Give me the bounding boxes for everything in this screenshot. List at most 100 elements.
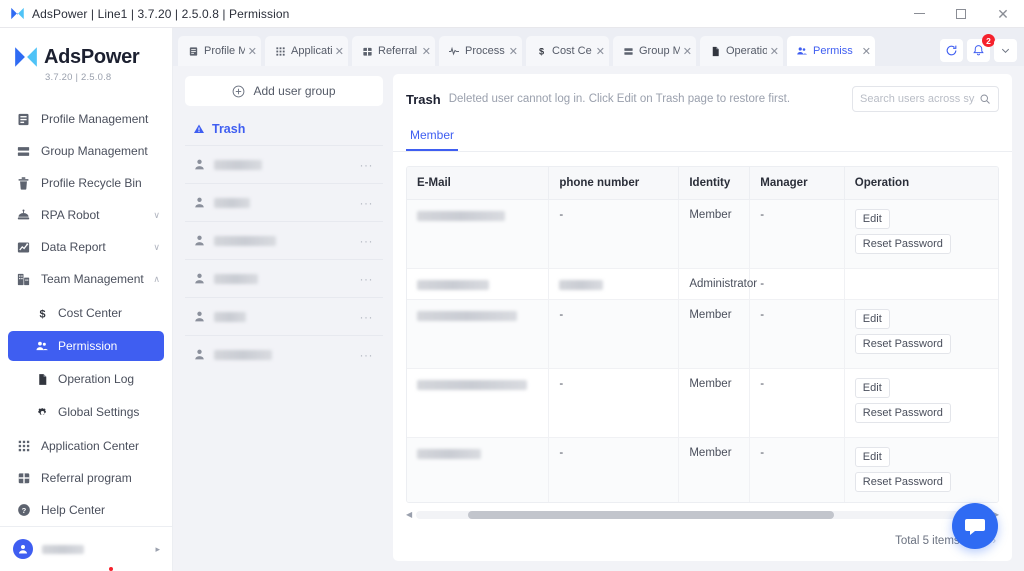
refresh-button[interactable] [940, 39, 963, 62]
list-item[interactable]: ··· [185, 221, 383, 259]
list-item[interactable]: ··· [185, 145, 383, 183]
sidebar-item-team-management[interactable]: Team Management ∧ [0, 263, 172, 295]
list-item[interactable]: ··· [185, 259, 383, 297]
tab-close-icon[interactable]: ✕ [335, 45, 344, 58]
tab-close-icon[interactable]: ✕ [862, 45, 871, 58]
sidebar-item-data-report[interactable]: Data Report ∨ [0, 231, 172, 263]
group-more-icon[interactable]: ··· [360, 159, 374, 171]
maximize-button[interactable] [940, 0, 982, 28]
reset-password-button[interactable]: Reset Password [854, 234, 951, 254]
tab-close-icon[interactable]: ✕ [683, 45, 692, 58]
group-trash-item[interactable]: Trash [185, 106, 383, 145]
tab-close-icon[interactable]: ✕ [422, 45, 431, 58]
close-button[interactable]: ✕ [982, 0, 1024, 28]
scrollbar-thumb[interactable] [467, 511, 835, 519]
sidebar-item-label: Cost Center [58, 306, 123, 320]
edit-button[interactable]: Edit [854, 447, 890, 467]
sidebar-item-permission[interactable]: Permission [8, 331, 164, 361]
edit-button[interactable]: Edit [854, 209, 890, 229]
adspower-logo-icon [11, 7, 24, 20]
sidebar-item-global-settings[interactable]: Global Settings [8, 397, 164, 427]
horizontal-scrollbar[interactable]: ◀ ▶ [406, 507, 999, 519]
notifications-button[interactable]: 2 [967, 34, 995, 62]
robot-icon [15, 207, 32, 223]
cell-phone: - [548, 199, 680, 269]
sidebar-tool-icons: EN [0, 565, 172, 571]
sidebar-item-label: Profile Management [41, 112, 149, 126]
column-header-operation: Operation [844, 167, 998, 200]
tab-permission[interactable]: Permiss ✕ [787, 36, 875, 66]
group-name-redacted [214, 235, 276, 246]
more-tabs-button[interactable] [994, 39, 1017, 62]
cell-identity: Member [678, 437, 751, 502]
reset-password-button[interactable]: Reset Password [854, 403, 951, 423]
sidebar-item-profile-recycle-bin[interactable]: Profile Recycle Bin [0, 167, 172, 199]
sidebar-item-operation-log[interactable]: Operation Log [8, 364, 164, 394]
tab-close-icon[interactable]: ✕ [596, 45, 605, 58]
sidebar-item-referral-program[interactable]: Referral program [0, 462, 172, 494]
list-item[interactable]: ··· [185, 335, 383, 373]
cell-email [407, 268, 550, 300]
page-title: Trash [406, 91, 441, 107]
sidebar-item-label: Application Center [41, 439, 140, 453]
scroll-left-icon[interactable]: ◀ [406, 511, 412, 519]
trash-icon [15, 175, 32, 191]
tab-cost-center[interactable]: $ Cost Ce ✕ [526, 36, 609, 66]
user-icon [195, 159, 204, 170]
table-header-row: E-Mail phone number Identity Manager Ope… [407, 167, 998, 200]
search-box[interactable] [852, 86, 999, 112]
scrollbar-track[interactable] [416, 511, 989, 519]
sidebar-item-rpa-robot[interactable]: RPA Robot ∨ [0, 199, 172, 231]
search-input[interactable] [860, 93, 975, 105]
group-more-icon[interactable]: ··· [360, 311, 374, 323]
group-more-icon[interactable]: ··· [360, 235, 374, 247]
table-row: - Member - Edit Reset Password [407, 437, 998, 502]
add-user-group-button[interactable]: Add user group [185, 76, 383, 106]
sidebar-item-group-management[interactable]: Group Management [0, 135, 172, 167]
tab-group-management[interactable]: Group M ✕ [613, 36, 696, 66]
sidebar-item-cost-center[interactable]: $ Cost Center [8, 298, 164, 328]
document-icon [34, 371, 50, 387]
chat-support-button[interactable] [952, 503, 998, 549]
group-more-icon[interactable]: ··· [360, 197, 374, 209]
list-item[interactable]: ··· [185, 183, 383, 221]
brand-name: AdsPower [44, 45, 140, 68]
sidebar-item-application-center[interactable]: Application Center [0, 430, 172, 462]
tab-close-icon[interactable]: ✕ [509, 45, 518, 58]
tab-close-icon[interactable]: ✕ [770, 45, 779, 58]
user-name-redacted [42, 544, 84, 554]
list-item[interactable]: ··· [185, 297, 383, 335]
cell-email [407, 437, 550, 502]
minimize-button[interactable] [898, 0, 940, 28]
total-items-label: Total 5 items [895, 535, 960, 547]
trash-panel: Trash Deleted user cannot log in. Click … [393, 74, 1012, 561]
cell-email [407, 299, 550, 369]
cell-manager: - [749, 437, 845, 502]
tab-referral-program[interactable]: Referral ✕ [352, 36, 435, 66]
tab-close-icon[interactable]: ✕ [248, 45, 257, 58]
tab-label: Group M [639, 45, 680, 57]
chat-bubble-icon [965, 519, 985, 535]
group-more-icon[interactable]: ··· [360, 349, 374, 361]
panel-tabs: Member [393, 122, 1012, 152]
tab-operation-log[interactable]: Operatio ✕ [700, 36, 783, 66]
tab-profile-management[interactable]: Profile M ✕ [178, 36, 261, 66]
edit-button[interactable]: Edit [854, 378, 890, 398]
reset-password-button[interactable]: Reset Password [854, 334, 951, 354]
tab-application-center[interactable]: Applicati ✕ [265, 36, 348, 66]
chevron-right-icon: ▸ [155, 543, 160, 554]
brand-version: 3.7.20 | 2.5.0.8 [45, 72, 112, 83]
reset-password-button[interactable]: Reset Password [854, 472, 951, 492]
sidebar-item-help-center[interactable]: ? Help Center [0, 494, 172, 526]
user-account-row[interactable]: ▸ [0, 535, 172, 565]
tab-process[interactable]: Process ✕ [439, 36, 522, 66]
tab-member[interactable]: Member [406, 122, 459, 151]
sidebar-item-profile-management[interactable]: Profile Management [0, 103, 172, 135]
edit-button[interactable]: Edit [854, 309, 890, 329]
grid-icon [274, 45, 286, 57]
chevron-down-icon: ∨ [153, 209, 160, 220]
group-more-icon[interactable]: ··· [360, 273, 374, 285]
table-row: - Member - Edit Reset Password [407, 299, 998, 369]
tab-label: Referral [378, 45, 418, 57]
sidebar-item-label: Help Center [41, 503, 106, 517]
